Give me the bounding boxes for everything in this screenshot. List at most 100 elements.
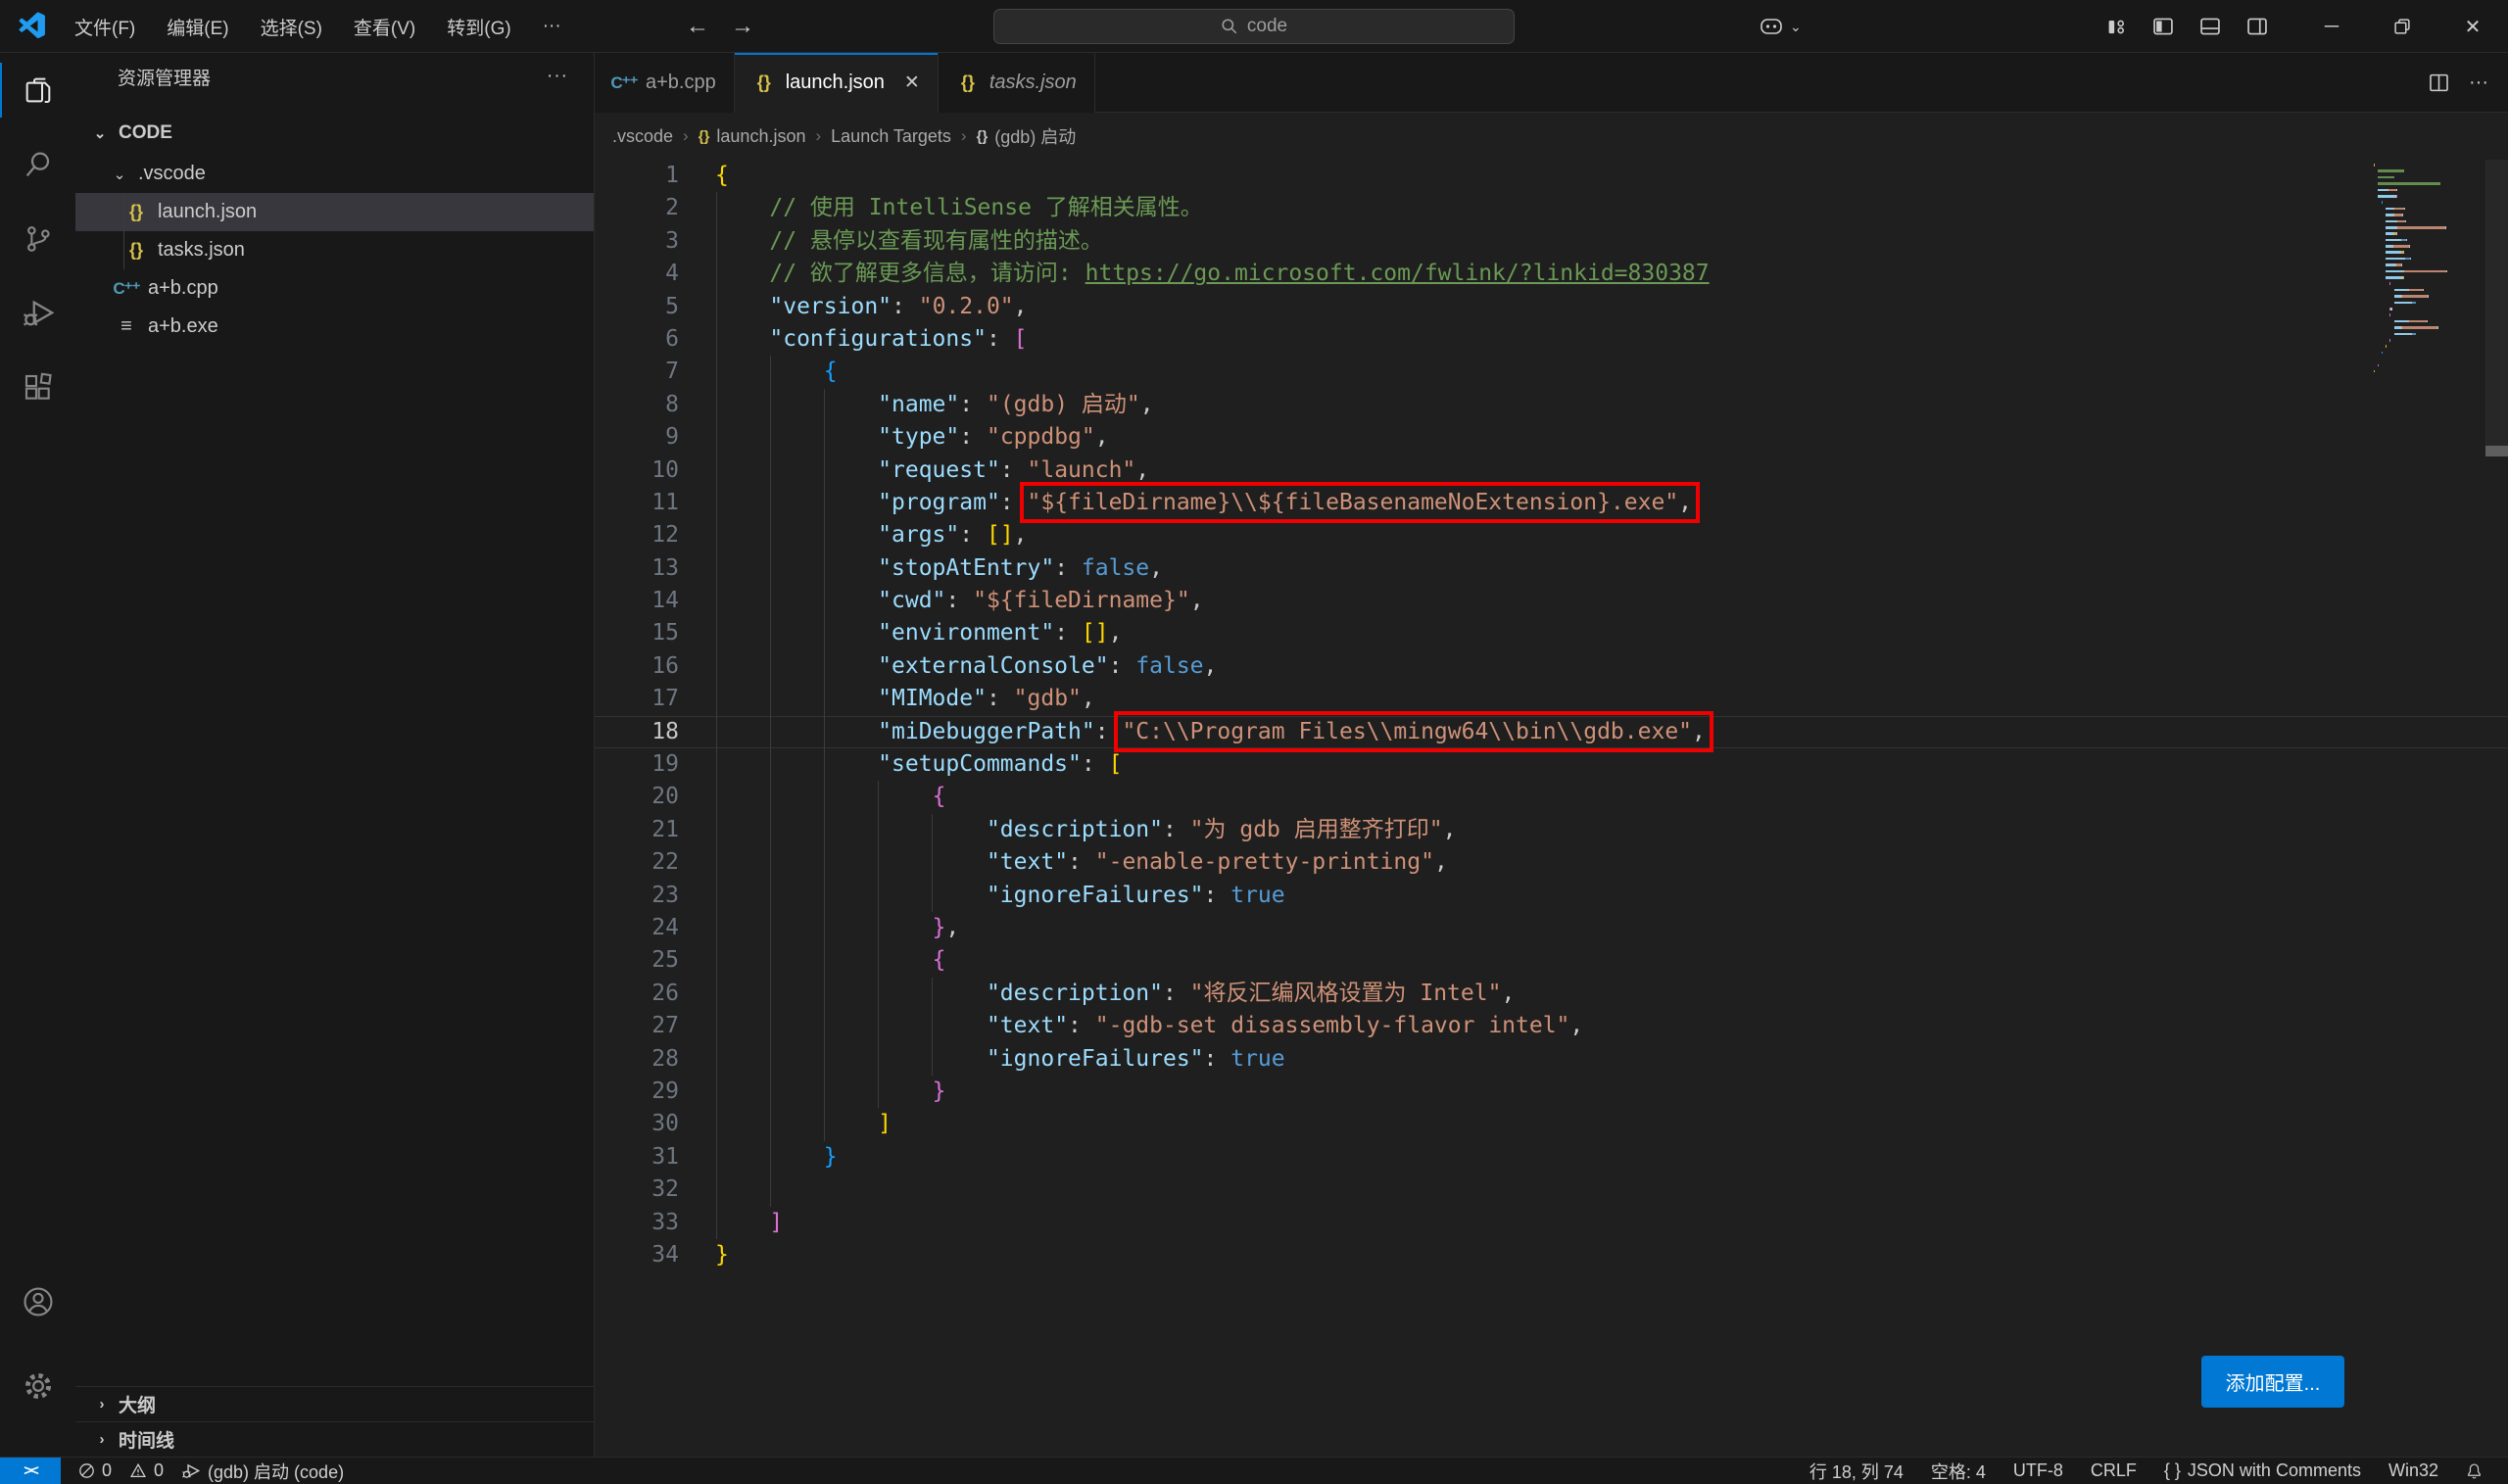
code-line-30[interactable]: 30 ] [595,1108,2508,1140]
toggle-primary-sidebar-button[interactable] [2140,0,2187,53]
menu-more-icon[interactable]: ··· [527,10,577,43]
add-configuration-button[interactable]: 添加配置... [2201,1356,2344,1408]
code-line-20[interactable]: 20 { [595,781,2508,813]
tree-item-launch.json[interactable]: {}launch.json [75,193,594,231]
json-file-icon: {} [124,240,148,261]
explorer-icon[interactable] [0,53,75,127]
settings-gear-icon[interactable] [0,1349,75,1423]
code-line-10[interactable]: 10 "request": "launch", [595,455,2508,487]
code-line-6[interactable]: 6 "configurations": [ [595,323,2508,356]
source-control-icon[interactable] [0,202,75,276]
breadcrumb-item[interactable]: {}(gdb) 启动 [977,123,1077,149]
code-line-27[interactable]: 27 "text": "-gdb-set disassembly-flavor … [595,1010,2508,1042]
code-line-14[interactable]: 14 "cwd": "${fileDirname}", [595,585,2508,617]
status-Win32[interactable]: Win32 [2388,1460,2438,1481]
minimap-line [2374,258,2454,261]
minimap[interactable] [2374,164,2454,376]
code-line-15[interactable]: 15 "environment": [], [595,617,2508,649]
toggle-panel-button[interactable] [2187,0,2234,53]
menu-2[interactable]: 编辑(E) [151,8,244,46]
code-line-28[interactable]: 28 "ignoreFailures": true [595,1043,2508,1076]
line-number: 22 [595,846,715,879]
code-line-16[interactable]: 16 "externalConsole": false, [595,650,2508,683]
status-UTF-8[interactable]: UTF-8 [2013,1460,2063,1481]
editor-more-icon[interactable]: ··· [2469,72,2488,94]
code-line-9[interactable]: 9 "type": "cppdbg", [595,421,2508,454]
tree-item-a+b.cpp[interactable]: C⁺⁺a+b.cpp [75,269,594,308]
code-line-17[interactable]: 17 "MIMode": "gdb", [595,683,2508,715]
breadcrumb-item[interactable]: Launch Targets [831,126,951,147]
code-line-1[interactable]: 1{ [595,160,2508,192]
toggle-secondary-sidebar-button[interactable] [2234,0,2281,53]
code-line-4[interactable]: 4 // 欲了解更多信息，请访问: https://go.microsoft.c… [595,258,2508,290]
command-center-search[interactable]: code [993,9,1515,44]
breadcrumb[interactable]: .vscode›{}launch.json›Launch Targets›{}(… [595,113,2508,160]
breadcrumb-item[interactable]: .vscode [612,126,673,147]
code-line-3[interactable]: 3 // 悬停以查看现有属性的描述。 [595,225,2508,258]
scrollbar-thumb[interactable] [2485,446,2508,456]
code-text: "text": "-gdb-set disassembly-flavor int… [715,1010,1583,1042]
minimize-button[interactable]: ─ [2296,0,2367,53]
section-header-code[interactable]: ⌄ CODE [75,114,594,153]
customize-layout-button[interactable] [2093,0,2140,53]
code-line-31[interactable]: 31 } [595,1141,2508,1173]
code-editor[interactable]: 1{2 // 使用 IntelliSense 了解相关属性。3 // 悬停以查看… [595,160,2508,1457]
status-bell[interactable] [2466,1462,2483,1480]
code-line-5[interactable]: 5 "version": "0.2.0", [595,291,2508,323]
code-line-22[interactable]: 22 "text": "-enable-pretty-printing", [595,846,2508,879]
tab-a+b.cpp[interactable]: C⁺⁺a+b.cpp [595,53,735,113]
tab-launch.json[interactable]: {}launch.json✕ [735,53,939,113]
nav-back-button[interactable]: ← [686,13,709,40]
sidebar-section-timeline[interactable]: › 时间线 [75,1421,594,1457]
code-line-18[interactable]: 18 "miDebuggerPath": "C:\\Program Files\… [595,716,2508,748]
code-line-13[interactable]: 13 "stopAtEntry": false, [595,552,2508,585]
code-line-26[interactable]: 26 "description": "将反汇编风格设置为 Intel", [595,978,2508,1010]
tree-item-tasks.json[interactable]: {}tasks.json [75,231,594,269]
breadcrumb-item[interactable]: {}launch.json [699,126,806,147]
code-line-11[interactable]: 11 "program": "${fileDirname}\\${fileBas… [595,487,2508,519]
menu-4[interactable]: 查看(V) [338,8,431,46]
status-空格: 4[interactable]: 空格: 4 [1931,1459,1986,1484]
run-debug-icon[interactable] [0,276,75,351]
search-view-icon[interactable] [0,127,75,202]
status-debug[interactable]: (gdb) 启动 (code) [181,1459,344,1484]
code-line-21[interactable]: 21 "description": "为 gdb 启用整齐打印", [595,814,2508,846]
nav-forward-button[interactable]: → [731,13,754,40]
code-line-25[interactable]: 25 { [595,944,2508,977]
code-line-23[interactable]: 23 "ignoreFailures": true [595,880,2508,912]
code-line-8[interactable]: 8 "name": "(gdb) 启动", [595,389,2508,421]
code-line-2[interactable]: 2 // 使用 IntelliSense 了解相关属性。 [595,192,2508,224]
code-line-34[interactable]: 34} [595,1239,2508,1271]
line-number: 14 [595,585,715,617]
status-braces[interactable]: { }JSON with Comments [2164,1460,2361,1481]
close-tab-icon[interactable]: ✕ [904,72,920,94]
code-line-12[interactable]: 12 "args": [], [595,519,2508,551]
status-warning[interactable]: 0 [129,1460,164,1481]
tab-tasks.json[interactable]: {}tasks.json [939,53,1095,113]
menu-3[interactable]: 选择(S) [245,8,338,46]
menu-5[interactable]: 转到(G) [431,8,526,46]
status-remote[interactable]: >< [0,1458,61,1484]
close-window-button[interactable]: ✕ [2437,0,2508,53]
code-line-29[interactable]: 29 } [595,1076,2508,1108]
code-line-24[interactable]: 24 }, [595,912,2508,944]
line-number: 9 [595,421,715,454]
sidebar-more-icon[interactable]: ··· [547,66,568,87]
split-editor-icon[interactable] [2429,72,2449,93]
code-line-7[interactable]: 7 { [595,356,2508,388]
status-CRLF[interactable]: CRLF [2091,1460,2137,1481]
sidebar-section-outline[interactable]: › 大纲 [75,1386,594,1421]
restore-button[interactable] [2367,0,2437,53]
extensions-icon[interactable] [0,351,75,425]
tree-item-.vscode[interactable]: ⌄.vscode [75,155,594,193]
scrollbar-track[interactable] [2485,160,2508,453]
code-line-33[interactable]: 33 ] [595,1207,2508,1239]
code-line-32[interactable]: 32 [595,1173,2508,1206]
account-icon[interactable] [0,1265,75,1339]
code-line-19[interactable]: 19 "setupCommands": [ [595,748,2508,781]
copilot-menu[interactable]: ⌄ [1759,0,1802,53]
menu-1[interactable]: 文件(F) [59,8,151,46]
status-行 18, 列 74[interactable]: 行 18, 列 74 [1809,1459,1904,1484]
tree-item-a+b.exe[interactable]: ≡a+b.exe [75,308,594,346]
status-error[interactable]: 0 [78,1460,112,1481]
